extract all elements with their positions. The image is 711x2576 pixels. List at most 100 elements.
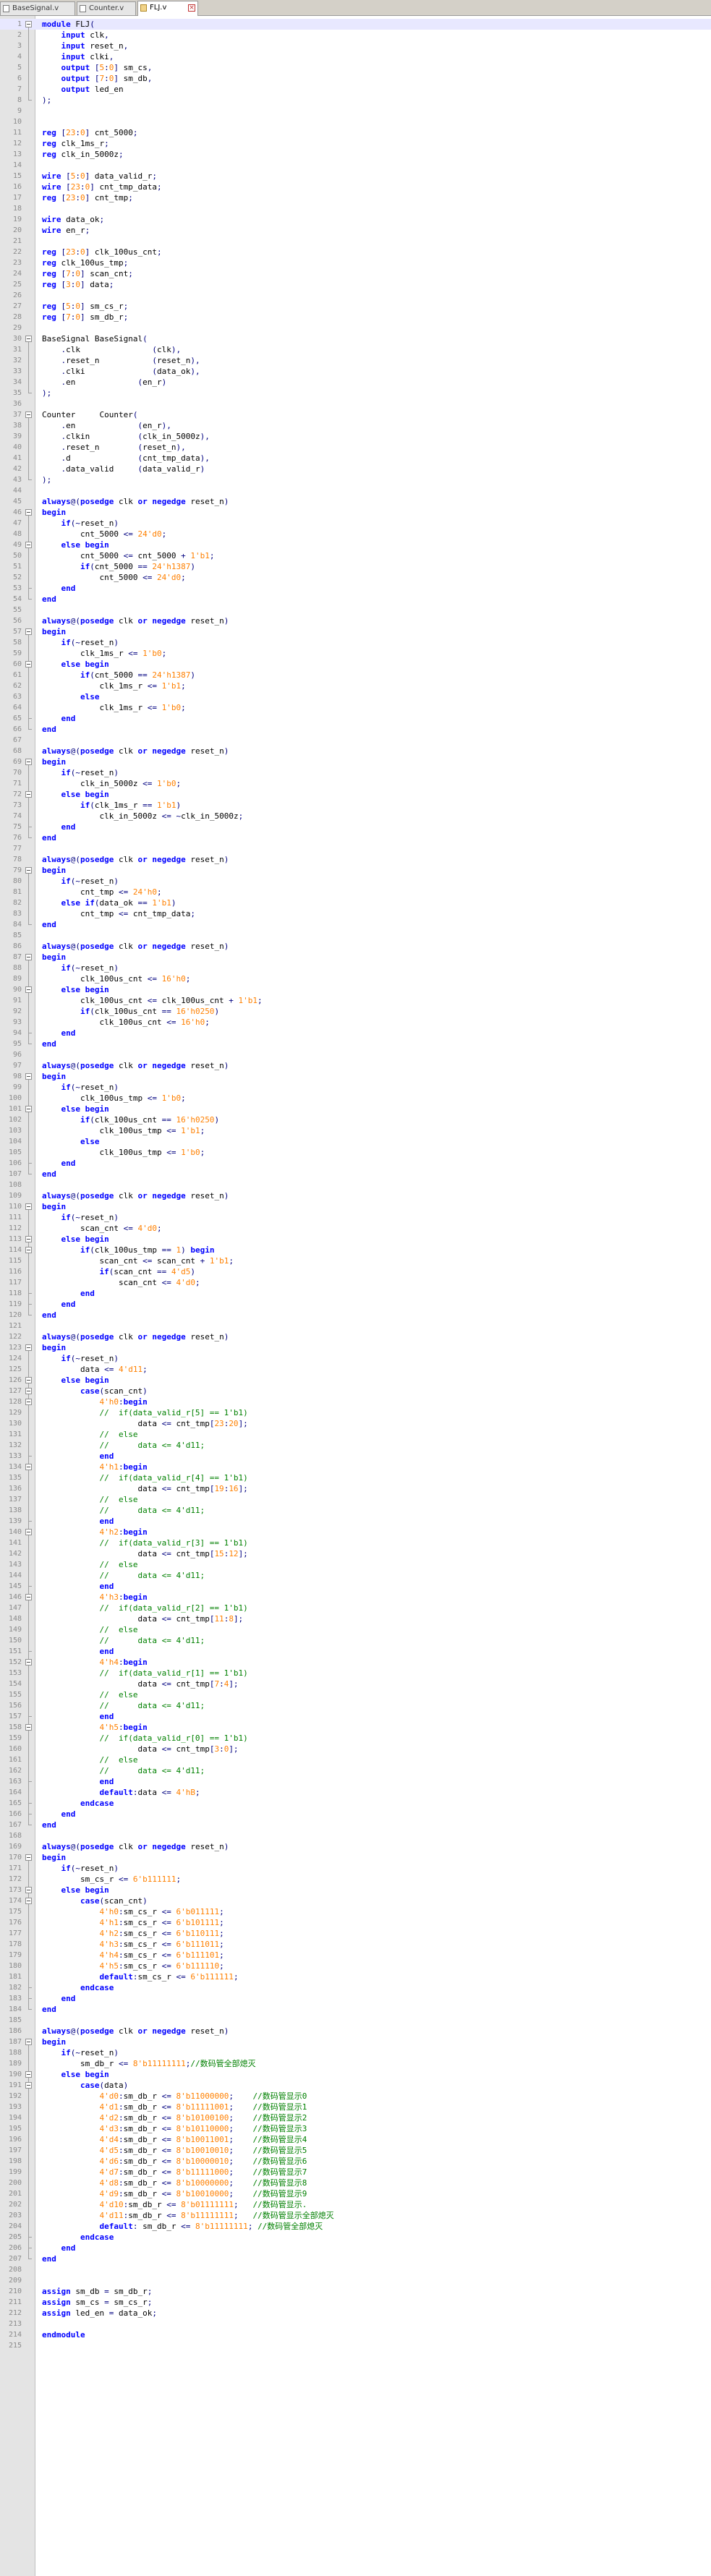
code-line[interactable]: 117 scan_cnt <= 4'd0; bbox=[0, 1277, 711, 1288]
code-line[interactable]: 71 clk_in_5000z <= 1'b0; bbox=[0, 778, 711, 789]
code-line[interactable]: 161 // else bbox=[0, 1754, 711, 1765]
code-line[interactable]: 59 clk_1ms_r <= 1'b0; bbox=[0, 648, 711, 659]
code-line[interactable]: 199 4'd7:sm_db_r <= 8'b11111000; //数码管显示… bbox=[0, 2167, 711, 2178]
fold-toggle-icon[interactable] bbox=[25, 1104, 33, 1114]
tab-counter-v[interactable]: Counter.v bbox=[77, 1, 136, 15]
fold-toggle-icon[interactable] bbox=[25, 865, 33, 876]
code-line[interactable]: 70 if(~reset_n) bbox=[0, 767, 711, 778]
code-line[interactable]: 204 default: sm_db_r <= 8'b11111111; //数… bbox=[0, 2221, 711, 2232]
code-line[interactable]: 36 bbox=[0, 398, 711, 409]
code-line[interactable]: 140 4'h2:begin bbox=[0, 1527, 711, 1538]
fold-toggle-icon[interactable] bbox=[25, 1201, 33, 1212]
code-line[interactable]: 18 bbox=[0, 203, 711, 214]
code-line[interactable]: 185 bbox=[0, 2015, 711, 2026]
code-line[interactable]: 20 wire en_r; bbox=[0, 225, 711, 236]
code-line[interactable]: 97 always@(posedge clk or negedge reset_n… bbox=[0, 1060, 711, 1071]
code-line[interactable]: 3 input reset_n, bbox=[0, 40, 711, 51]
code-line[interactable]: 197 4'd5:sm_db_r <= 8'b10010010; //数码管显示… bbox=[0, 2145, 711, 2156]
code-line[interactable]: 86 always@(posedge clk or negedge reset_n… bbox=[0, 941, 711, 952]
code-line[interactable]: 94 end bbox=[0, 1028, 711, 1038]
code-line[interactable]: 77 bbox=[0, 843, 711, 854]
code-line[interactable]: 203 4'd11:sm_db_r <= 8'b11111111; //数码管显… bbox=[0, 2210, 711, 2221]
code-line[interactable]: 19 wire data_ok; bbox=[0, 214, 711, 225]
code-line[interactable]: 125 data <= 4'd11; bbox=[0, 1364, 711, 1375]
code-line[interactable]: 9 bbox=[0, 106, 711, 116]
code-line[interactable]: 198 4'd6:sm_db_r <= 8'b10000010; //数码管显示… bbox=[0, 2156, 711, 2167]
code-line[interactable]: 194 4'd2:sm_db_r <= 8'b10100100; //数码管显示… bbox=[0, 2112, 711, 2123]
code-line[interactable]: 24 reg [7:0] scan_cnt; bbox=[0, 268, 711, 279]
code-line[interactable]: 57 begin bbox=[0, 626, 711, 637]
code-line[interactable]: 91 clk_100us_cnt <= clk_100us_cnt + 1'b1… bbox=[0, 995, 711, 1006]
code-line[interactable]: 46 begin bbox=[0, 507, 711, 518]
code-line[interactable]: 52 cnt_5000 <= 24'd0; bbox=[0, 572, 711, 583]
code-line[interactable]: 107 end bbox=[0, 1169, 711, 1180]
code-line[interactable]: 115 scan_cnt <= scan_cnt + 1'b1; bbox=[0, 1255, 711, 1266]
code-line[interactable]: 118 end bbox=[0, 1288, 711, 1299]
code-line[interactable]: 139 end bbox=[0, 1516, 711, 1527]
fold-toggle-icon[interactable] bbox=[25, 409, 33, 420]
code-line[interactable]: 54 end bbox=[0, 594, 711, 605]
code-line[interactable]: 178 4'h3:sm_cs_r <= 6'b111011; bbox=[0, 1939, 711, 1950]
code-line[interactable]: 193 4'd1:sm_db_r <= 8'b11111001; //数码管显示… bbox=[0, 2102, 711, 2112]
fold-toggle-icon[interactable] bbox=[25, 333, 33, 344]
code-line[interactable]: 163 end bbox=[0, 1776, 711, 1787]
code-line[interactable]: 114 if(clk_100us_tmp == 1) begin bbox=[0, 1245, 711, 1255]
fold-toggle-icon[interactable] bbox=[25, 984, 33, 995]
code-line[interactable]: 147 // if(data_valid_r[2] == 1'b1) bbox=[0, 1603, 711, 1613]
code-line[interactable]: 200 4'd8:sm_db_r <= 8'b10000000; //数码管显示… bbox=[0, 2178, 711, 2188]
code-line[interactable]: 208 bbox=[0, 2264, 711, 2275]
code-line[interactable]: 75 end bbox=[0, 822, 711, 832]
code-line[interactable]: 2 input clk, bbox=[0, 30, 711, 40]
code-line[interactable]: 187 begin bbox=[0, 2037, 711, 2047]
code-line[interactable]: 168 bbox=[0, 1830, 711, 1841]
fold-toggle-icon[interactable] bbox=[25, 1592, 33, 1603]
fold-toggle-icon[interactable] bbox=[25, 659, 33, 670]
code-line[interactable]: 1 module FLJ( bbox=[0, 19, 711, 30]
code-line[interactable]: 173 else begin bbox=[0, 1885, 711, 1895]
code-line[interactable]: 133 end bbox=[0, 1451, 711, 1462]
code-line[interactable]: 129 // if(data_valid_r[5] == 1'b1) bbox=[0, 1407, 711, 1418]
code-line[interactable]: 35); bbox=[0, 388, 711, 398]
code-line[interactable]: 29 bbox=[0, 323, 711, 333]
code-line[interactable]: 64 clk_1ms_r <= 1'b0; bbox=[0, 702, 711, 713]
code-line[interactable]: 191 case(data) bbox=[0, 2080, 711, 2091]
code-line[interactable]: 102 if(clk_100us_cnt == 16'h0250) bbox=[0, 1114, 711, 1125]
code-line[interactable]: 99 if(~reset_n) bbox=[0, 1082, 711, 1093]
code-line[interactable]: 14 bbox=[0, 160, 711, 171]
fold-toggle-icon[interactable] bbox=[25, 789, 33, 800]
code-line[interactable]: 213 bbox=[0, 2319, 711, 2329]
code-line[interactable]: 106 end bbox=[0, 1158, 711, 1169]
code-line[interactable]: 48 cnt_5000 <= 24'd0; bbox=[0, 529, 711, 539]
fold-toggle-icon[interactable] bbox=[25, 1657, 33, 1668]
code-line[interactable]: 41 .d (cnt_tmp_data), bbox=[0, 453, 711, 464]
code-line[interactable]: 104 else bbox=[0, 1136, 711, 1147]
code-line[interactable]: 51 if(cnt_5000 == 24'h1387) bbox=[0, 561, 711, 572]
code-line[interactable]: 137 // else bbox=[0, 1494, 711, 1505]
code-line[interactable]: 165 endcase bbox=[0, 1798, 711, 1809]
code-line[interactable]: 5 output [5:0] sm_cs, bbox=[0, 62, 711, 73]
fold-toggle-icon[interactable] bbox=[25, 756, 33, 767]
code-line[interactable]: 182 endcase bbox=[0, 1982, 711, 1993]
code-line[interactable]: 172 sm_cs_r <= 6'b111111; bbox=[0, 1874, 711, 1885]
code-line[interactable]: 81 cnt_tmp <= 24'h0; bbox=[0, 887, 711, 897]
tab-basesignal-v[interactable]: BaseSignal.v bbox=[0, 1, 75, 15]
code-line[interactable]: 136 data <= cnt_tmp[19:16]; bbox=[0, 1483, 711, 1494]
code-line[interactable]: 38 .en (en_r), bbox=[0, 420, 711, 431]
code-line[interactable]: 184 end bbox=[0, 2004, 711, 2015]
code-line[interactable]: 12 reg clk_1ms_r; bbox=[0, 138, 711, 149]
code-line[interactable]: 98 begin bbox=[0, 1071, 711, 1082]
code-line[interactable]: 95 end bbox=[0, 1038, 711, 1049]
code-line[interactable]: 61 if(cnt_5000 == 24'h1387) bbox=[0, 670, 711, 681]
tab-flj-v[interactable]: FLJ.v × bbox=[137, 1, 198, 16]
code-line[interactable]: 40 .reset_n (reset_n), bbox=[0, 442, 711, 453]
code-line[interactable]: 128 4'h0:begin bbox=[0, 1396, 711, 1407]
code-line[interactable]: 151 end bbox=[0, 1646, 711, 1657]
code-editor[interactable]: 1 module FLJ(2 input clk, 3 input reset_n,… bbox=[0, 16, 711, 2576]
code-line[interactable]: 180 4'h5:sm_cs_r <= 6'b111110; bbox=[0, 1961, 711, 1971]
code-line[interactable]: 122 always@(posedge clk or negedge reset_… bbox=[0, 1331, 711, 1342]
code-line[interactable]: 116 if(scan_cnt == 4'd5) bbox=[0, 1266, 711, 1277]
code-line[interactable]: 159 // if(data_valid_r[0] == 1'b1) bbox=[0, 1733, 711, 1744]
code-line[interactable]: 154 data <= cnt_tmp[7:4]; bbox=[0, 1679, 711, 1689]
fold-toggle-icon[interactable] bbox=[25, 19, 33, 30]
fold-toggle-icon[interactable] bbox=[25, 1245, 33, 1255]
